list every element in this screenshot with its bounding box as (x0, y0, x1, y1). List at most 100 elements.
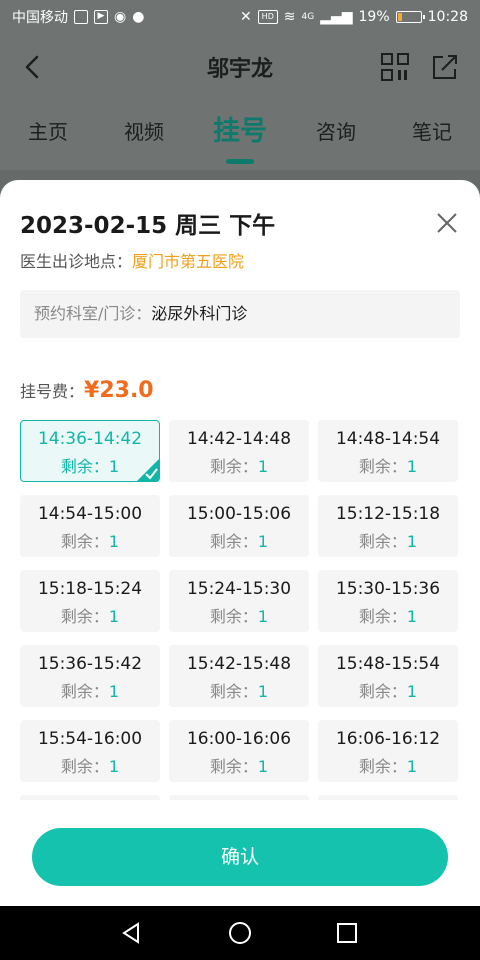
fee-value: ¥23.0 (84, 378, 154, 403)
time-slot-remaining: 剩余：1 (319, 528, 457, 552)
message-icon: ● (132, 9, 145, 25)
confirm-button[interactable]: 确认 (32, 828, 448, 886)
time-slot-remaining: 剩余：1 (319, 453, 457, 477)
battery-text: 19% (358, 9, 390, 25)
time-slot[interactable]: 15:12-15:18 剩余：1 (318, 495, 458, 557)
time-slot-remaining: 剩余：1 (21, 753, 159, 777)
sheet-header: 2023-02-15 周三 下午 医生出诊地点：厦门市第五医院 (20, 206, 460, 272)
time-slot-remaining: 剩余：1 (319, 603, 457, 627)
remaining-label: 剩余： (358, 607, 407, 626)
remaining-count: 1 (108, 532, 120, 551)
status-bar: 中国移动 ▶ ◉ ● ✕ HD ≋ 4G ▂▄▆ 19% 10:28 (0, 0, 480, 34)
department-field: 预约科室/门诊：泌尿外科门诊 (20, 290, 460, 338)
nav-home-icon[interactable] (228, 921, 252, 945)
back-arrow-icon[interactable] (20, 54, 46, 80)
nav-back-icon[interactable] (120, 922, 142, 944)
remaining-label: 剩余： (60, 457, 109, 476)
time-slot[interactable]: 16:00-16:06 剩余：1 (169, 720, 309, 782)
time-slot[interactable]: 15:48-15:54 剩余：1 (318, 645, 458, 707)
remaining-count: 1 (406, 532, 418, 551)
remaining-label: 剩余： (358, 757, 407, 776)
system-nav-bar (0, 906, 480, 960)
wifi-icon: ≋ (283, 9, 296, 25)
time-slot[interactable]: 14:54-15:00 剩余：1 (20, 495, 160, 557)
close-icon[interactable] (436, 212, 458, 234)
remaining-label: 剩余： (209, 682, 258, 701)
time-slot[interactable]: 15:30-15:36 剩余：1 (318, 570, 458, 632)
remaining-count: 1 (108, 607, 120, 626)
remaining-count: 1 (257, 682, 269, 701)
nav-recent-apps-icon[interactable] (336, 922, 358, 944)
appointment-sheet: 2023-02-15 周三 下午 医生出诊地点：厦门市第五医院 预约科室/门诊：… (0, 180, 480, 906)
time-slot[interactable]: 15:00-15:06 剩余：1 (169, 495, 309, 557)
tab-home[interactable]: 主页 (0, 100, 96, 170)
time-slot[interactable]: 15:54-16:00 剩余：1 (20, 720, 160, 782)
fee-row: 挂号费：¥23.0 (20, 378, 154, 403)
time-slot[interactable]: 15:24-15:30 剩余：1 (169, 570, 309, 632)
selected-check-icon (137, 459, 159, 481)
time-slot-remaining: 剩余：1 (170, 453, 308, 477)
time-slot-remaining: 剩余：1 (21, 603, 159, 627)
tab-notes[interactable]: 笔记 (384, 100, 480, 170)
time-slot-remaining: 剩余：1 (170, 603, 308, 627)
remaining-count: 1 (257, 757, 269, 776)
remaining-label: 剩余： (209, 532, 258, 551)
remaining-count: 1 (108, 757, 120, 776)
time-slot[interactable]: 15:36-15:42 剩余：1 (20, 645, 160, 707)
remaining-label: 剩余： (60, 682, 109, 701)
time-slot-time: 16:06-16:12 (335, 729, 441, 749)
time-slot[interactable]: 16:06-16:12 剩余：1 (318, 720, 458, 782)
remaining-count: 1 (406, 682, 418, 701)
time-slot-time: 15:30-15:36 (335, 579, 441, 599)
time-slot[interactable]: 14:48-14:54 剩余：1 (318, 420, 458, 482)
time-slot-time: 15:24-15:30 (186, 579, 292, 599)
remaining-count: 1 (257, 457, 269, 476)
time-slot-remaining: 剩余：1 (170, 528, 308, 552)
remaining-label: 剩余： (358, 532, 407, 551)
time-slot-time: 15:54-16:00 (37, 729, 143, 749)
time-slot-remaining: 剩余：1 (319, 678, 457, 702)
qr-code-icon[interactable] (380, 52, 410, 82)
department-value: 泌尿外科门诊 (151, 304, 248, 323)
remaining-count: 1 (257, 607, 269, 626)
share-icon[interactable] (430, 52, 460, 82)
sim-icon (74, 10, 88, 24)
time-slot-time: 16:00-16:06 (186, 729, 292, 749)
time-slot-time: 14:36-14:42 (37, 429, 143, 449)
tab-consult[interactable]: 咨询 (288, 100, 384, 170)
hd-icon: HD (257, 10, 278, 24)
remaining-count: 1 (108, 682, 120, 701)
clock: 10:28 (427, 9, 468, 25)
time-slot[interactable]: 14:42-14:48 剩余：1 (169, 420, 309, 482)
time-slot-partial[interactable] (20, 795, 160, 800)
tab-video[interactable]: 视频 (96, 100, 192, 170)
time-slot[interactable]: 15:42-15:48 剩余：1 (169, 645, 309, 707)
time-slot-remaining: 剩余：1 (170, 678, 308, 702)
time-slot-partial[interactable] (318, 795, 458, 800)
time-slot-grid: 14:36-14:42 剩余：1 14:42-14:48 剩余：1 14:48-14:5… (20, 420, 460, 800)
remaining-label: 剩余： (358, 682, 407, 701)
mute-icon: ✕ (240, 9, 252, 25)
time-slot-partial[interactable] (169, 795, 309, 800)
remaining-label: 剩余： (209, 757, 258, 776)
fee-label: 挂号费： (20, 382, 85, 401)
time-slot-time: 14:54-15:00 (37, 504, 143, 524)
department-label: 预约科室/门诊： (34, 304, 152, 323)
tab-registration[interactable]: 挂号 (192, 100, 288, 170)
time-slot[interactable]: 14:36-14:42 剩余：1 (20, 420, 160, 482)
time-slot-time: 15:00-15:06 (186, 504, 292, 524)
time-slot-time: 15:48-15:54 (335, 654, 441, 674)
remaining-label: 剩余： (209, 457, 258, 476)
remaining-label: 剩余： (60, 532, 109, 551)
location-label: 医生出诊地点： (20, 252, 133, 271)
page-title: 邬宇龙 (206, 57, 273, 82)
location-value[interactable]: 厦门市第五医院 (132, 252, 244, 271)
remaining-count: 1 (406, 757, 418, 776)
remaining-count: 1 (108, 457, 120, 476)
remaining-label: 剩余： (60, 607, 109, 626)
signal-icon: ▂▄▆ (320, 9, 353, 25)
time-slot-time: 15:12-15:18 (335, 504, 441, 524)
time-slot[interactable]: 15:18-15:24 剩余：1 (20, 570, 160, 632)
time-slot-time: 14:48-14:54 (335, 429, 441, 449)
title-bar: 邬宇龙 (0, 34, 480, 100)
